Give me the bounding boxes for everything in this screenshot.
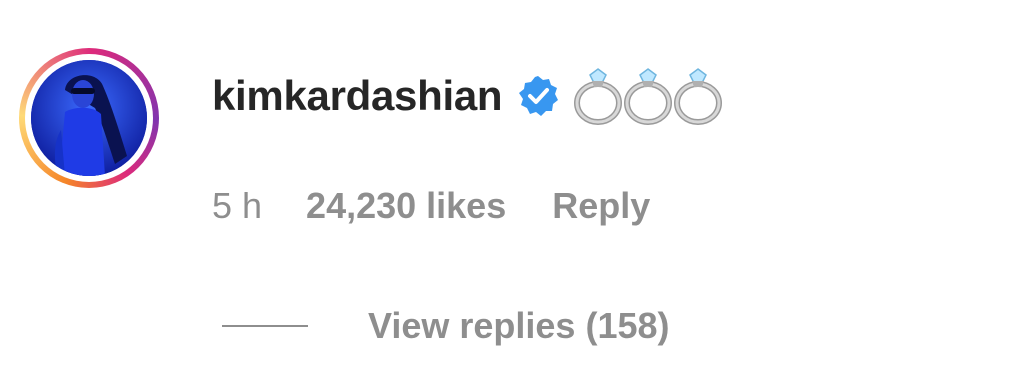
comment-timestamp[interactable]: 5 h xyxy=(212,185,262,227)
username-link[interactable]: kimkardashian xyxy=(212,72,503,120)
avatar-story-ring[interactable] xyxy=(19,48,159,188)
ring-icon xyxy=(624,68,673,125)
replies-divider xyxy=(222,325,308,327)
ring-icon xyxy=(674,68,723,125)
likes-count-button[interactable]: 24,230 likes xyxy=(306,185,506,227)
view-replies-button[interactable]: View replies (158) xyxy=(368,305,670,347)
reply-button[interactable]: Reply xyxy=(552,185,650,227)
comment-header: kimkardashian xyxy=(212,66,723,126)
ring-icon xyxy=(574,68,623,125)
verified-badge-icon xyxy=(516,74,560,118)
avatar-ring-gap xyxy=(25,54,153,182)
comment-meta: 5 h 24,230 likes Reply xyxy=(212,180,650,232)
avatar[interactable] xyxy=(31,60,147,176)
avatar-photo xyxy=(31,60,147,176)
comment-text xyxy=(572,66,723,126)
view-replies-row[interactable]: View replies (158) xyxy=(222,300,670,352)
